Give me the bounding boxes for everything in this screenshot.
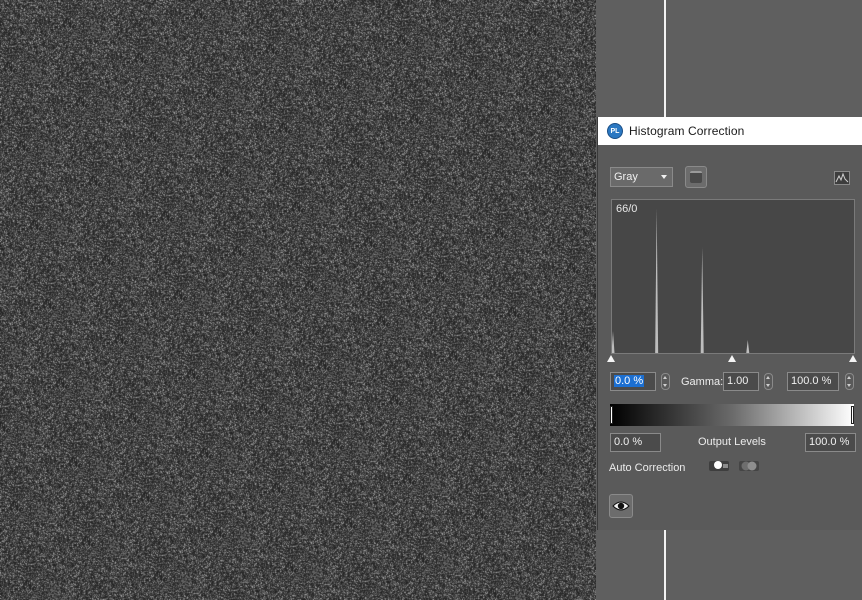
channel-select[interactable]: Gray bbox=[610, 167, 673, 187]
image-canvas[interactable] bbox=[0, 0, 596, 600]
window-title: Histogram Correction bbox=[629, 124, 745, 138]
input-max-field[interactable]: 100.0 % bbox=[787, 372, 839, 391]
gamma-field[interactable]: 1.00 bbox=[723, 372, 759, 391]
histogram-spike-3 bbox=[746, 339, 750, 353]
output-min-handle[interactable] bbox=[610, 406, 613, 424]
gamma-label: Gamma: bbox=[681, 376, 724, 388]
histogram-graph[interactable]: 66/0 bbox=[611, 199, 855, 354]
app-logo-text: PL bbox=[610, 127, 620, 135]
gamma-slider-handle[interactable] bbox=[728, 355, 736, 362]
input-min-slider-handle[interactable] bbox=[607, 355, 615, 362]
output-min-value: 0.0 % bbox=[614, 436, 643, 448]
eye-icon bbox=[612, 501, 630, 511]
input-min-value: 0.0 % bbox=[614, 375, 645, 387]
input-min-field[interactable]: 0.0 % bbox=[610, 372, 656, 391]
output-max-value: 100.0 % bbox=[809, 436, 850, 448]
app-logo-icon: PL bbox=[607, 123, 623, 139]
output-levels-gradient[interactable] bbox=[610, 404, 854, 426]
output-levels-label: Output Levels bbox=[698, 436, 766, 448]
gamma-spinner[interactable] bbox=[764, 373, 773, 390]
auto-contrast-icon[interactable] bbox=[738, 458, 760, 474]
histogram-spike-1 bbox=[655, 208, 659, 353]
channel-select-value: Gray bbox=[614, 171, 638, 183]
chevron-down-icon bbox=[661, 175, 667, 179]
input-max-value: 100.0 % bbox=[791, 375, 832, 387]
minimize-icon bbox=[690, 171, 702, 183]
histogram-spike-2 bbox=[700, 247, 704, 353]
output-max-field[interactable]: 100.0 % bbox=[805, 433, 856, 452]
input-min-spinner[interactable] bbox=[661, 373, 670, 390]
noise-image bbox=[0, 0, 596, 600]
histogram-plot bbox=[612, 208, 750, 353]
input-max-spinner[interactable] bbox=[845, 373, 854, 390]
auto-correction-label: Auto Correction bbox=[609, 462, 686, 474]
input-max-slider-handle[interactable] bbox=[849, 355, 857, 362]
output-min-field[interactable]: 0.0 % bbox=[610, 433, 661, 452]
gamma-value: 1.00 bbox=[727, 375, 749, 387]
guide-line-top bbox=[664, 0, 666, 118]
histogram-readout: 66/0 bbox=[616, 203, 638, 215]
title-bar[interactable]: PL Histogram Correction bbox=[598, 117, 862, 145]
histogram-correction-panel: PL Histogram Correction Gray 66/0 0.0 % … bbox=[597, 117, 862, 530]
histogram-spike-0 bbox=[612, 331, 615, 353]
histogram-view-icon[interactable] bbox=[834, 171, 850, 185]
auto-levels-icon[interactable] bbox=[708, 458, 730, 474]
output-max-handle[interactable] bbox=[851, 406, 854, 424]
preview-toggle-button[interactable] bbox=[609, 494, 633, 518]
guide-line-bottom bbox=[664, 530, 666, 600]
minimize-button[interactable] bbox=[685, 166, 707, 188]
